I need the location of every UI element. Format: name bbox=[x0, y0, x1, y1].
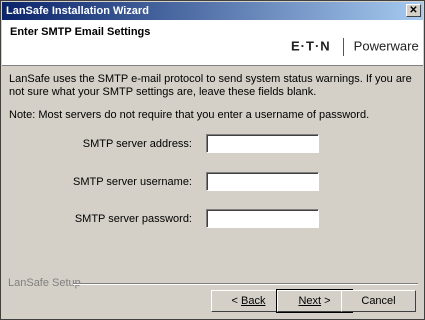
eaton-powerware-logo: E·T·N Powerware bbox=[291, 38, 419, 56]
smtp-password-label: SMTP server password: bbox=[74, 213, 192, 225]
page-title: Enter SMTP Email Settings bbox=[10, 26, 151, 38]
next-button-label: Next bbox=[298, 295, 322, 307]
back-button[interactable]: < Back bbox=[211, 290, 286, 312]
window-title: LanSafe Installation Wizard bbox=[6, 5, 149, 17]
footer-divider bbox=[73, 283, 418, 285]
cancel-button[interactable]: Cancel bbox=[341, 290, 416, 312]
smtp-username-input[interactable] bbox=[206, 172, 319, 191]
back-button-label: Back bbox=[241, 295, 266, 307]
smtp-username-label: SMTP server username: bbox=[72, 176, 192, 188]
title-bar[interactable]: LanSafe Installation Wizard ✕ bbox=[2, 2, 423, 20]
description-text: LanSafe uses the SMTP e-mail protocol to… bbox=[9, 73, 412, 98]
close-icon[interactable]: ✕ bbox=[406, 4, 421, 17]
smtp-password-input[interactable] bbox=[206, 209, 319, 228]
logo-divider bbox=[342, 38, 344, 56]
eaton-logo: E·T·N bbox=[291, 38, 331, 54]
wizard-header: Enter SMTP Email Settings E·T·N Powerware bbox=[2, 20, 423, 66]
smtp-address-label: SMTP server address: bbox=[82, 138, 192, 150]
smtp-address-input[interactable] bbox=[206, 134, 319, 153]
setup-group-label: LanSafe Setup bbox=[8, 277, 81, 289]
wizard-window: LanSafe Installation Wizard ✕ Enter SMTP… bbox=[0, 0, 425, 320]
note-text: Note: Most servers do not require that y… bbox=[9, 109, 370, 121]
powerware-logo: Powerware bbox=[353, 38, 419, 54]
